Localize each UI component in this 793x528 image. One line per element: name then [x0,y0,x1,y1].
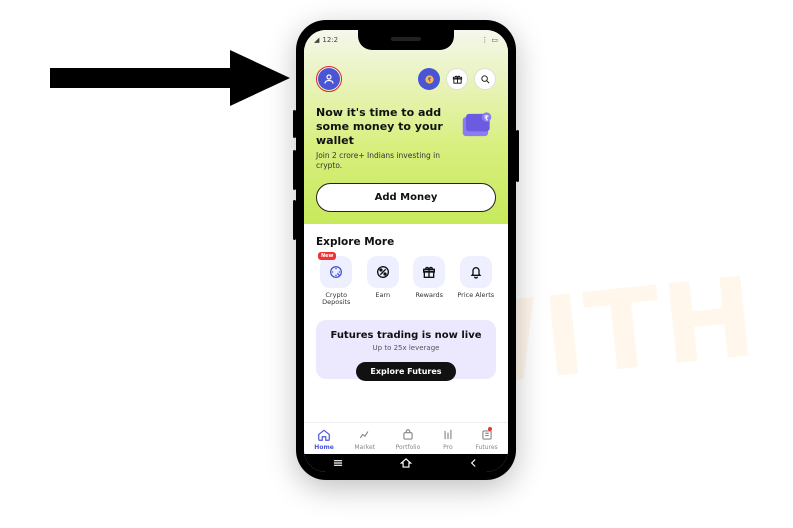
crypto-coin-button[interactable]: ₹ [418,68,440,90]
market-icon [358,428,372,442]
search-icon [480,74,491,85]
home-icon [317,428,331,442]
coin-icon: ₹ [424,74,435,85]
nav-label: Portfolio [396,444,421,451]
nav-label: Home [314,444,333,451]
new-badge: New [318,252,336,260]
bottom-nav: Home Market Portfolio [304,422,508,454]
notification-dot-icon [488,427,492,431]
bell-icon [460,256,492,288]
tile-label: Earn [363,292,404,299]
annotation-arrow-icon [50,50,290,106]
hero-subtitle: Join 2 crore+ Indians investing in crypt… [316,151,450,171]
hero-panel: ₹ [304,30,508,224]
profile-button[interactable] [316,66,342,92]
explore-title: Explore More [316,236,496,248]
system-home-icon[interactable] [399,456,413,470]
phone-side-button [293,110,296,138]
profile-icon [318,68,340,90]
status-wifi-icon: ⋮ [481,36,488,44]
phone-side-button [516,130,519,182]
search-button[interactable] [474,68,496,90]
phone-side-button [293,150,296,190]
phone-side-button [293,200,296,240]
explore-section: Explore More New Crypto Deposits [304,224,508,314]
futures-title: Futures trading is now live [326,330,486,341]
portfolio-icon [401,428,415,442]
wallet-icon: ₹ [458,106,496,144]
tile-rewards[interactable]: Rewards [409,256,450,306]
svg-text:₹: ₹ [484,113,489,122]
svg-text:₹: ₹ [427,76,431,83]
tile-crypto-deposits[interactable]: New Crypto Deposits [316,256,357,306]
phone-notch [358,30,454,50]
nav-label: Market [354,444,375,451]
rewards-icon [413,256,445,288]
gift-icon [452,74,463,85]
tile-label: Crypto Deposits [316,292,357,306]
status-battery-icon: ▭ [491,36,498,44]
explore-futures-button[interactable]: Explore Futures [356,362,455,381]
nav-home[interactable]: Home [314,428,333,451]
nav-futures[interactable]: Futures [475,428,497,451]
top-bar: ₹ [316,66,496,92]
tile-earn[interactable]: Earn [363,256,404,306]
phone-screen: ◢ 12:2 ⋮ ▭ [304,30,508,472]
hero-title: Now it's time to add some money to your … [316,106,450,147]
status-time: 12:2 [322,36,338,44]
earn-icon [367,256,399,288]
tile-price-alerts[interactable]: Price Alerts [456,256,497,306]
tile-label: Price Alerts [456,292,497,299]
system-back-icon[interactable] [467,456,481,470]
nav-label: Pro [443,444,453,451]
top-bar-actions: ₹ [418,68,496,90]
add-money-button[interactable]: Add Money [316,183,496,212]
phone-mockup: ◢ 12:2 ⋮ ▭ [296,20,516,480]
futures-subtitle: Up to 25x leverage [326,344,486,352]
crypto-deposits-icon [320,256,352,288]
nav-label: Futures [475,444,497,451]
nav-market[interactable]: Market [354,428,375,451]
nav-pro[interactable]: Pro [441,428,455,451]
tile-label: Rewards [409,292,450,299]
system-recents-icon[interactable] [331,456,345,470]
pro-icon [441,428,455,442]
gift-button[interactable] [446,68,468,90]
futures-card: Futures trading is now live Up to 25x le… [316,320,496,379]
status-signal-icon: ◢ [314,36,319,44]
nav-portfolio[interactable]: Portfolio [396,428,421,451]
system-nav-bar [304,454,508,472]
